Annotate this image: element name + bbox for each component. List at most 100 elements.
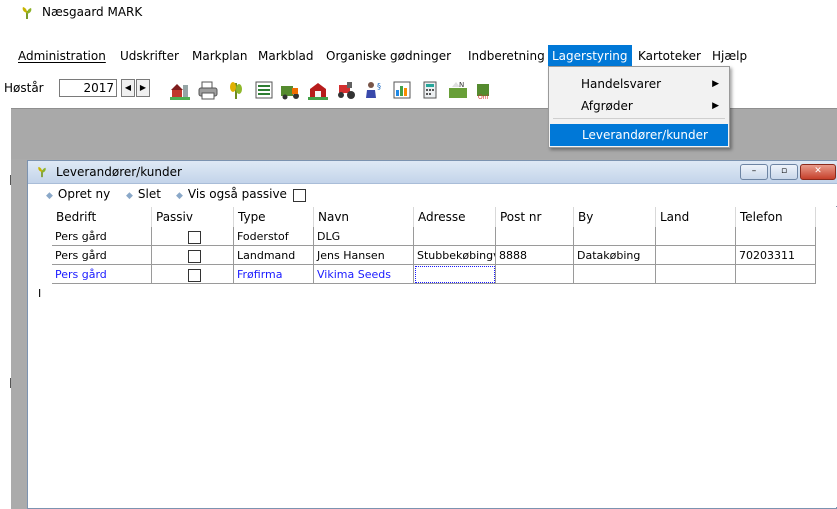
- year-increment-button[interactable]: ▶: [136, 79, 150, 97]
- menu-label: Administration: [18, 49, 106, 63]
- column-header-by[interactable]: By: [574, 207, 656, 227]
- menu-lagerstyring[interactable]: Lagerstyring: [548, 45, 632, 67]
- cell-bedrift[interactable]: Pers gård: [52, 246, 152, 265]
- action-bar: ◆ Opret ny ◆ Slet ◆ Vis også passive: [28, 184, 837, 206]
- menu-item-handelsvarer[interactable]: Handelsvarer ▶: [549, 73, 729, 95]
- cell-bedrift[interactable]: Pers gård: [52, 265, 152, 284]
- suppliers-grid: Bedrift Passiv Type Navn Adresse Post nr…: [32, 207, 837, 507]
- title-bar: Næsgaard MARK: [0, 0, 837, 24]
- cell-adresse[interactable]: Stubbekøbingv: [414, 246, 496, 265]
- svg-text:Onl: Onl: [478, 94, 489, 100]
- show-passive-checkbox[interactable]: [293, 189, 306, 202]
- maximize-button[interactable]: ▫: [770, 164, 798, 180]
- farm-icon[interactable]: [170, 80, 190, 100]
- close-button[interactable]: ✕: [800, 164, 836, 180]
- menu-indberetning[interactable]: Indberetning: [464, 45, 549, 67]
- chart-icon[interactable]: [392, 80, 412, 100]
- cell-passiv[interactable]: [152, 246, 234, 265]
- online-icon[interactable]: Onl: [476, 80, 496, 101]
- column-header-adresse[interactable]: Adresse: [414, 207, 496, 227]
- cell-navn[interactable]: DLG: [314, 227, 414, 246]
- child-logo-icon: [38, 166, 46, 178]
- cell-postnr[interactable]: 8888: [496, 246, 574, 265]
- menu-label: Hjælp: [712, 49, 748, 63]
- menu-markblad[interactable]: Markblad: [254, 45, 318, 67]
- minimize-button[interactable]: –: [740, 164, 768, 180]
- crop-icon[interactable]: [226, 80, 246, 100]
- new-label: Opret ny: [57, 187, 111, 201]
- person-paragraph-icon[interactable]: §: [364, 80, 384, 100]
- menu-hjaelp[interactable]: Hjælp: [708, 45, 751, 67]
- cell-type[interactable]: Foderstof: [234, 227, 314, 246]
- cell-adresse[interactable]: [414, 227, 496, 246]
- cell-telefon[interactable]: [736, 265, 816, 284]
- field-check-icon[interactable]: N: [448, 80, 468, 100]
- cell-postnr[interactable]: [496, 227, 574, 246]
- cell-navn[interactable]: Vikima Seeds: [314, 265, 414, 284]
- cell-telefon[interactable]: 70203311: [736, 246, 816, 265]
- menu-udskrifter[interactable]: Udskrifter: [116, 45, 183, 67]
- edge-mark: [10, 175, 11, 185]
- cell-land[interactable]: [656, 246, 736, 265]
- menu-markplan[interactable]: Markplan: [188, 45, 252, 67]
- cell-postnr[interactable]: [496, 265, 574, 284]
- column-header-passiv[interactable]: Passiv: [152, 207, 234, 227]
- menu-administration[interactable]: Administration: [14, 45, 110, 67]
- machine-icon[interactable]: [336, 80, 356, 100]
- menu-label: Markplan: [192, 49, 248, 63]
- column-header-type[interactable]: Type: [234, 207, 314, 227]
- calculator-icon[interactable]: [420, 80, 440, 100]
- cell-telefon[interactable]: [736, 227, 816, 246]
- menu-item-label: Leverandører/kunder: [582, 128, 708, 142]
- cell-land[interactable]: [656, 227, 736, 246]
- menu-organiske-godninger[interactable]: Organiske gødninger: [322, 45, 455, 67]
- menu-item-afgroder[interactable]: Afgrøder ▶: [549, 95, 729, 117]
- show-passive-toggle[interactable]: ◆ Vis også passive: [176, 187, 287, 201]
- column-header-land[interactable]: Land: [656, 207, 736, 227]
- edge-mark: [10, 378, 11, 388]
- field-list-icon[interactable]: [254, 80, 274, 100]
- cell-by[interactable]: Datakøbing: [574, 246, 656, 265]
- printer-icon[interactable]: [198, 80, 218, 100]
- row-indicator: I: [38, 287, 42, 300]
- cell-passiv[interactable]: [152, 227, 234, 246]
- year-label: Høstår: [4, 81, 44, 95]
- new-button[interactable]: ◆ Opret ny: [46, 187, 110, 201]
- cell-navn[interactable]: Jens Hansen: [314, 246, 414, 265]
- menu-label: Kartoteker: [638, 49, 701, 63]
- show-passive-label: Vis også passive: [187, 187, 287, 201]
- window-title: Næsgaard MARK: [42, 5, 143, 19]
- child-window-title: Leverandører/kunder: [56, 165, 182, 179]
- fertilizer-icon[interactable]: [280, 80, 300, 100]
- bullet-icon: ◆: [126, 191, 133, 201]
- passive-checkbox[interactable]: [188, 250, 201, 263]
- column-header-telefon[interactable]: Telefon: [736, 207, 816, 227]
- svg-text:§: §: [377, 82, 381, 91]
- year-input[interactable]: 2017: [59, 79, 117, 97]
- menu-item-label: Afgrøder: [581, 99, 633, 113]
- column-header-navn[interactable]: Navn: [314, 207, 414, 227]
- cell-by[interactable]: [574, 227, 656, 246]
- bullet-icon: ◆: [176, 191, 183, 201]
- submenu-arrow-icon: ▶: [712, 79, 719, 89]
- child-title-bar: Leverandører/kunder – ▫ ✕: [28, 161, 837, 184]
- cell-passiv[interactable]: [152, 265, 234, 284]
- cell-type[interactable]: Landmand: [234, 246, 314, 265]
- cell-bedrift[interactable]: Pers gård: [52, 227, 152, 246]
- menu-kartoteker[interactable]: Kartoteker: [634, 45, 705, 67]
- column-header-bedrift[interactable]: Bedrift: [52, 207, 152, 227]
- cell-type[interactable]: Frøfirma: [234, 265, 314, 284]
- menu-item-leverandorer-kunder[interactable]: Leverandører/kunder: [550, 124, 728, 146]
- cell-adresse-focused[interactable]: [414, 265, 496, 284]
- column-header-postnr[interactable]: Post nr: [496, 207, 574, 227]
- cell-by[interactable]: [574, 265, 656, 284]
- menu-label: Lagerstyring: [552, 49, 628, 63]
- svg-text:N: N: [459, 81, 464, 89]
- passive-checkbox[interactable]: [188, 231, 201, 244]
- barn-icon[interactable]: [308, 80, 328, 100]
- passive-checkbox[interactable]: [188, 269, 201, 282]
- year-decrement-button[interactable]: ◀: [121, 79, 135, 97]
- submenu-arrow-icon: ▶: [712, 101, 719, 111]
- cell-land[interactable]: [656, 265, 736, 284]
- delete-button[interactable]: ◆ Slet: [126, 187, 161, 201]
